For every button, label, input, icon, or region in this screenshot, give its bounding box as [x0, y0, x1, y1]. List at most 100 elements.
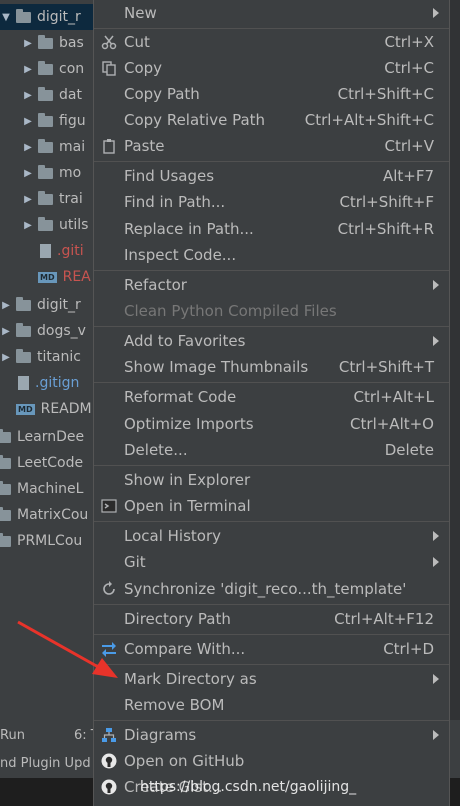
shortcut-label: Ctrl+V — [384, 137, 434, 155]
menu-item-label: Copy — [124, 59, 163, 77]
tree-item[interactable]: ▼ digit_r — [0, 4, 100, 30]
tree-item[interactable]: ▶ dogs_v — [0, 318, 100, 344]
expand-arrow-icon[interactable]: ▶ — [22, 64, 34, 75]
tree-item[interactable]: PRMLCou — [0, 528, 92, 554]
run-tab[interactable]: Run — [0, 728, 25, 743]
diagram-icon — [99, 725, 119, 745]
menu-item-refactor[interactable]: Refactor — [94, 272, 449, 298]
menu-item-find-usages[interactable]: Find Usages Alt+F7 — [94, 163, 449, 189]
menu-separator — [94, 326, 449, 327]
submenu-arrow-icon — [433, 8, 439, 18]
menu-item-add-to-favorites[interactable]: Add to Favorites — [94, 328, 449, 354]
tree-item-label: READM — [40, 401, 92, 417]
tree-item[interactable]: LearnDee — [0, 424, 92, 450]
expand-arrow-icon[interactable]: ▶ — [22, 90, 34, 101]
menu-item-remove-bom[interactable]: Remove BOM — [94, 692, 449, 718]
folder-icon — [38, 216, 53, 231]
plugin-update-notice[interactable]: nd Plugin Upd — [0, 756, 100, 771]
menu-item-find-in-path[interactable]: Find in Path... Ctrl+Shift+F — [94, 189, 449, 215]
menu-separator — [94, 161, 449, 162]
compare-icon — [99, 639, 119, 659]
menu-item-label: Compare With... — [124, 640, 246, 658]
menu-item-open-in-terminal[interactable]: Open in Terminal — [94, 493, 449, 519]
menu-separator — [94, 521, 449, 522]
menu-item-synchronize[interactable]: Synchronize 'digit_reco...th_template' — [94, 576, 449, 602]
submenu-arrow-icon — [433, 674, 439, 684]
tree-item-label: mo — [59, 165, 82, 181]
menu-item-open-on-github[interactable]: Open on GitHub — [94, 748, 449, 774]
submenu-arrow-icon — [433, 730, 439, 740]
submenu-arrow-icon — [433, 336, 439, 346]
file-icon — [18, 376, 29, 390]
file-icon — [40, 244, 51, 258]
shortcut-label: Delete — [384, 441, 434, 459]
menu-item-show-image-thumbnails[interactable]: Show Image Thumbnails Ctrl+Shift+T — [94, 354, 449, 380]
shortcut-label: Ctrl+Alt+F12 — [334, 610, 434, 628]
tree-item-label: dat — [59, 87, 82, 103]
expand-arrow-icon[interactable]: ▶ — [22, 220, 34, 231]
tree-item[interactable]: MachineL — [0, 476, 92, 502]
folder-icon — [38, 34, 53, 49]
tree-item-label: REA — [62, 269, 91, 285]
menu-item-new[interactable]: New — [94, 0, 449, 26]
tree-item-label: dogs_v — [37, 323, 86, 339]
menu-item-local-history[interactable]: Local History — [94, 523, 449, 549]
menu-item-cut[interactable]: Cut Ctrl+X — [94, 29, 449, 55]
menu-item-delete[interactable]: Delete... Delete — [94, 437, 449, 463]
tree-item-label: con — [59, 61, 85, 77]
expand-arrow-icon[interactable]: ▶ — [22, 194, 34, 205]
menu-item-inspect-code[interactable]: Inspect Code... — [94, 242, 449, 268]
menu-item-git[interactable]: Git — [94, 549, 449, 575]
menu-item-reformat-code[interactable]: Reformat Code Ctrl+Alt+L — [94, 384, 449, 410]
tree-item-label: PRMLCou — [17, 533, 83, 549]
expand-arrow-icon[interactable]: ▶ — [0, 300, 12, 311]
shortcut-label: Alt+F7 — [382, 167, 434, 185]
menu-item-optimize-imports[interactable]: Optimize Imports Ctrl+Alt+O — [94, 411, 449, 437]
menu-item-copy-relative-path[interactable]: Copy Relative Path Ctrl+Alt+Shift+C — [94, 107, 449, 133]
menu-item-paste[interactable]: Paste Ctrl+V — [94, 133, 449, 159]
menu-item-label: Clean Python Compiled Files — [124, 302, 337, 320]
menu-item-directory-path[interactable]: Directory Path Ctrl+Alt+F12 — [94, 606, 449, 632]
menu-item-diagrams[interactable]: Diagrams — [94, 722, 449, 748]
menu-item-compare-with[interactable]: Compare With... Ctrl+D — [94, 636, 449, 662]
expand-arrow-icon[interactable]: ▶ — [22, 168, 34, 179]
shortcut-label: Ctrl+Alt+Shift+C — [304, 111, 434, 129]
menu-item-label: Remove BOM — [124, 696, 225, 714]
tree-item[interactable]: ▶ digit_r — [0, 292, 100, 318]
expand-arrow-icon[interactable]: ▼ — [0, 12, 12, 23]
menu-separator — [94, 604, 449, 605]
tree-item[interactable]: LeetCode — [0, 450, 92, 476]
menu-item-replace-in-path[interactable]: Replace in Path... Ctrl+Shift+R — [94, 216, 449, 242]
tree-item-label: digit_r — [37, 9, 81, 25]
tree-item-label: .gitign — [35, 375, 80, 391]
folder-icon — [0, 454, 11, 469]
menu-item-label: Git — [124, 553, 146, 571]
expand-arrow-icon[interactable]: ▶ — [22, 142, 34, 153]
menu-item-copy-path[interactable]: Copy Path Ctrl+Shift+C — [94, 81, 449, 107]
expand-arrow-icon[interactable]: ▶ — [0, 352, 12, 363]
tree-item[interactable]: ▶ titanic — [0, 344, 100, 370]
tree-item-label: MachineL — [17, 481, 84, 497]
folder-icon — [38, 60, 53, 75]
expand-arrow-icon[interactable]: ▶ — [22, 116, 34, 127]
folder-icon — [38, 138, 53, 153]
shortcut-label: Ctrl+Shift+T — [338, 358, 434, 376]
menu-item-copy[interactable]: Copy Ctrl+C — [94, 55, 449, 81]
shortcut-label: Ctrl+Alt+L — [353, 388, 435, 406]
menu-item-label: Find in Path... — [124, 193, 226, 211]
tree-item[interactable]: MatrixCou — [0, 502, 92, 528]
shortcut-label: Ctrl+Shift+F — [339, 193, 434, 211]
shortcut-label: Ctrl+D — [383, 640, 434, 658]
menu-item-label: Replace in Path... — [124, 220, 254, 238]
markdown-icon: MD — [16, 403, 35, 415]
menu-item-show-in-explorer[interactable]: Show in Explorer — [94, 467, 449, 493]
folder-icon — [16, 8, 31, 23]
expand-arrow-icon[interactable]: ▶ — [22, 38, 34, 49]
menu-item-label: Show Image Thumbnails — [124, 358, 309, 376]
folder-icon — [0, 428, 11, 443]
menu-item-mark-directory-as[interactable]: Mark Directory as — [94, 666, 449, 692]
expand-arrow-icon[interactable]: ▶ — [0, 326, 12, 337]
menu-item-label: Open in Terminal — [124, 497, 251, 515]
terminal-icon — [99, 496, 119, 516]
menu-item-label: Add to Favorites — [124, 332, 246, 350]
